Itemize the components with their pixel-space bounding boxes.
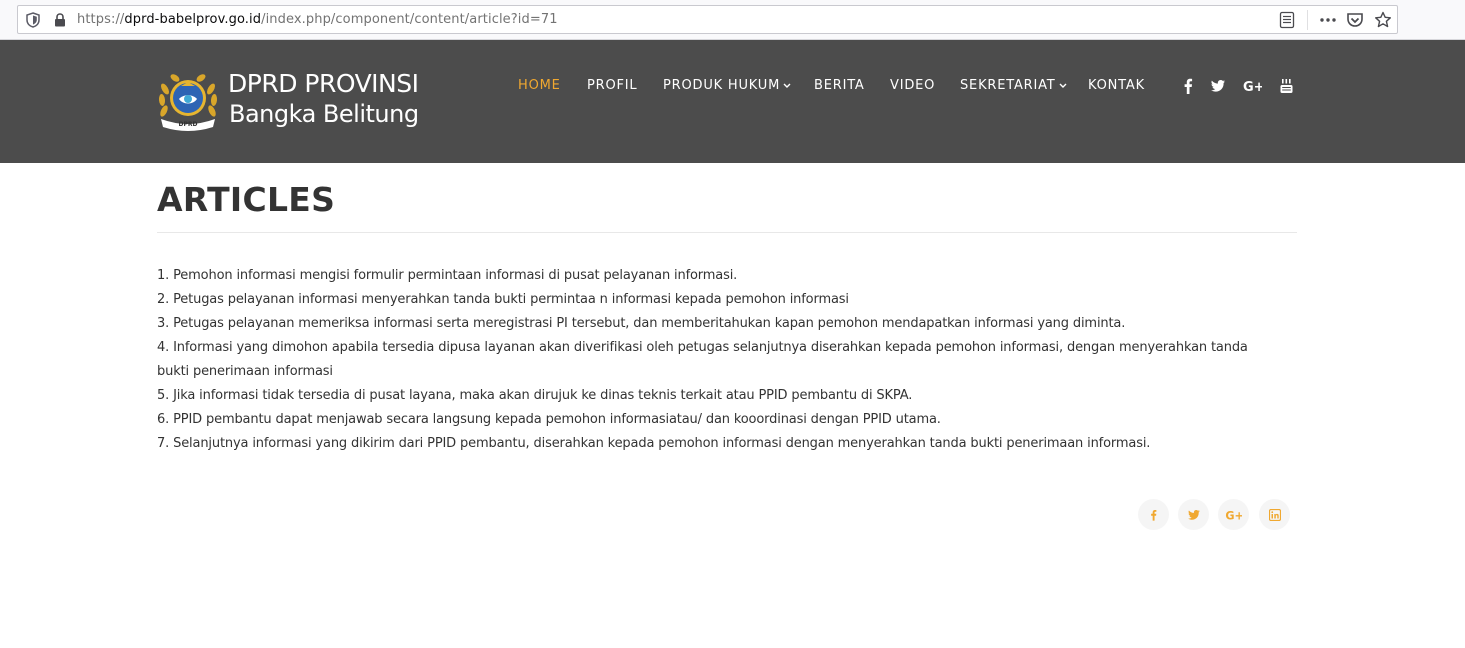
google-plus-icon: G+ <box>1243 80 1262 94</box>
nav-kontak[interactable]: KONTAK <box>1088 78 1145 93</box>
article-item: 4. Informasi yang dimohon apabila tersed… <box>157 340 1248 379</box>
url-prefix: https:// <box>77 12 125 27</box>
article-item: 5. Jika informasi tidak tersedia di pusa… <box>157 388 913 403</box>
toolbar-separator <box>1307 10 1308 30</box>
youtube-icon <box>1280 79 1293 93</box>
header-facebook-link[interactable] <box>1183 78 1193 96</box>
google-plus-icon: G+ <box>1225 509 1242 521</box>
more-icon[interactable] <box>1319 11 1337 29</box>
nav-sekretariat-label: SEKRETARIAT <box>960 78 1056 93</box>
chevron-down-icon <box>1059 83 1067 88</box>
article-item: 2. Petugas pelayanan informasi menyerahk… <box>157 292 849 307</box>
nav-profil[interactable]: PROFIL <box>587 78 637 93</box>
logo-badge-text: DPRD <box>179 121 198 128</box>
share-twitter-button[interactable] <box>1178 499 1209 530</box>
reader-view-icon[interactable] <box>1279 11 1295 29</box>
chevron-down-icon <box>783 83 791 88</box>
shield-icon[interactable] <box>26 12 40 28</box>
nav-home[interactable]: HOME <box>518 78 561 93</box>
header-twitter-link[interactable] <box>1211 78 1225 96</box>
bookmark-star-icon[interactable] <box>1374 11 1392 29</box>
linkedin-icon <box>1268 508 1281 521</box>
share-buttons: G+ <box>1138 499 1290 530</box>
twitter-icon <box>1211 79 1225 92</box>
url-host: dprd-babelprov.go.id <box>124 12 262 27</box>
svg-text:G+: G+ <box>1225 509 1242 521</box>
url-text[interactable]: https://dprd-babelprov.go.id/index.php/c… <box>77 12 558 27</box>
site-header: DPRD DPRD PROVINSI Bangka Belitung HOME … <box>0 40 1465 163</box>
facebook-icon <box>1151 509 1157 521</box>
site-logo[interactable]: DPRD DPRD PROVINSI Bangka Belitung <box>157 69 419 134</box>
pocket-icon[interactable] <box>1346 11 1364 29</box>
header-google-plus-link[interactable]: G+ <box>1243 78 1262 96</box>
address-bar[interactable]: https://dprd-babelprov.go.id/index.php/c… <box>17 5 1398 34</box>
url-path: /index.php/component/content/article?id=… <box>261 12 558 27</box>
logo-title: DPRD PROVINSI <box>228 69 419 98</box>
article-item: 7. Selanjutnya informasi yang dikirim da… <box>157 436 1151 451</box>
logo-subtitle: Bangka Belitung <box>229 100 419 128</box>
nav-produk-hukum[interactable]: PRODUK HUKUM <box>663 78 791 93</box>
lock-icon[interactable] <box>54 13 66 27</box>
twitter-icon <box>1187 509 1200 520</box>
title-divider <box>157 232 1297 233</box>
header-youtube-link[interactable] <box>1280 78 1293 96</box>
svg-text:G+: G+ <box>1243 80 1262 94</box>
dprd-emblem-icon: DPRD <box>158 74 218 131</box>
browser-toolbar: https://dprd-babelprov.go.id/index.php/c… <box>0 0 1465 40</box>
nav-video[interactable]: VIDEO <box>890 78 935 93</box>
share-google-plus-button[interactable]: G+ <box>1218 499 1249 530</box>
share-facebook-button[interactable] <box>1138 499 1169 530</box>
article-body: 1. Pemohon informasi mengisi formulir pe… <box>157 264 1257 456</box>
article-item: 6. PPID pembantu dapat menjawab secara l… <box>157 412 941 427</box>
facebook-icon <box>1184 78 1193 94</box>
nav-produk-hukum-label: PRODUK HUKUM <box>663 78 781 93</box>
article-item: 3. Petugas pelayanan memeriksa informasi… <box>157 316 1126 331</box>
page-title: ARTICLES <box>157 180 336 219</box>
nav-sekretariat[interactable]: SEKRETARIAT <box>960 78 1067 93</box>
share-linkedin-button[interactable] <box>1259 499 1290 530</box>
article-item: 1. Pemohon informasi mengisi formulir pe… <box>157 268 738 283</box>
nav-berita[interactable]: BERITA <box>814 78 865 93</box>
